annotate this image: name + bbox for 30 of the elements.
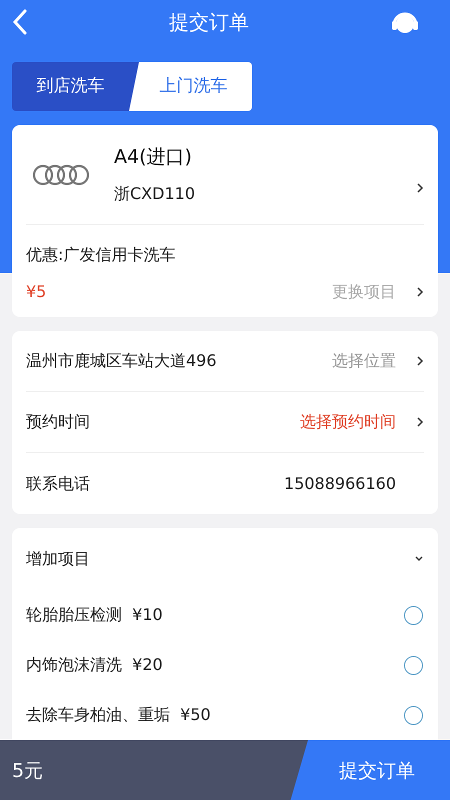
extra-item-label: 去除车身柏油、重垢 ¥50 [26, 704, 211, 726]
radio-button[interactable] [404, 656, 423, 674]
total-price: 5元 [12, 758, 44, 784]
back-icon[interactable] [12, 9, 28, 35]
field-value[interactable]: 选择位置 [332, 349, 396, 373]
license-plate: 浙CXD110 [114, 182, 196, 205]
chevron-down-icon[interactable] [414, 555, 424, 563]
submit-button[interactable]: 提交订单 [290, 740, 450, 800]
tab[interactable]: 到店洗车 [12, 62, 129, 111]
rings-logo-icon [32, 164, 90, 186]
field-label: 温州市鹿城区车站大道496 [26, 350, 217, 372]
price: ¥5 [26, 281, 46, 303]
chevron-right-icon [416, 182, 424, 194]
discount-label: 优惠:广发信用卡洗车 [26, 245, 176, 264]
chevron-right-icon [416, 286, 424, 298]
change-item-link[interactable]: 更换项目 [332, 280, 396, 304]
radio-button[interactable] [404, 606, 423, 624]
field-value[interactable]: 选择预约时间 [300, 410, 396, 434]
extra-item-label: 轮胎胎压检测 ¥10 [26, 604, 163, 626]
extra-item-label: 内饰泡沫清洗 ¥20 [26, 654, 163, 676]
radio-button[interactable] [404, 706, 423, 724]
page-title: 提交订单 [169, 9, 249, 36]
section-title: 增加项目 [26, 548, 90, 570]
field-label: 联系电话 [26, 472, 90, 494]
chevron-right-icon [416, 355, 424, 367]
chevron-right-icon [416, 416, 424, 428]
field-label: 预约时间 [26, 411, 90, 433]
car-model: A4(进口) [114, 145, 193, 170]
field-value: 15088966160 [284, 472, 396, 494]
tab[interactable]: 上门洗车 [129, 62, 252, 111]
